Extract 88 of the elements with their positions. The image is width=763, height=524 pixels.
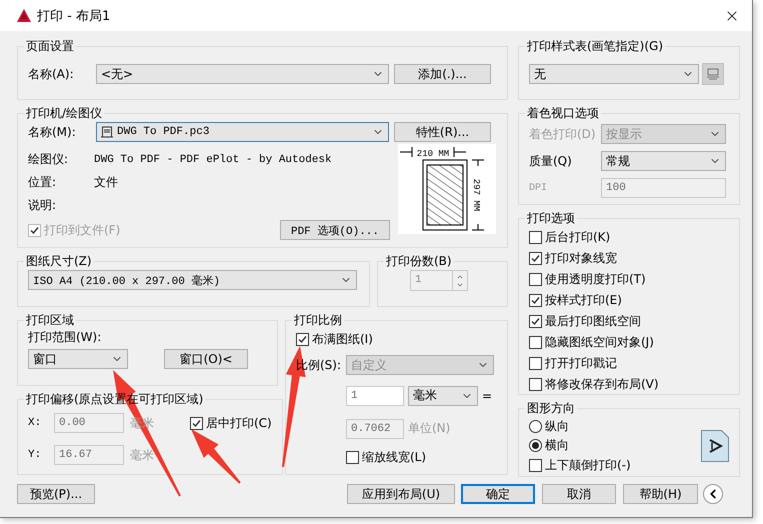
dialog-button[interactable]: 应用到布局(U) <box>347 484 455 504</box>
landscape-page-icon <box>701 430 729 462</box>
radio-button[interactable] <box>529 439 542 452</box>
paper-preview-drawing: 210 MM 297 MM <box>398 144 496 234</box>
radio-button[interactable] <box>529 420 542 433</box>
dropdown[interactable]: 窗口 <box>28 349 128 369</box>
dropdown[interactable]: 毫米 <box>408 386 478 406</box>
edit-style-button[interactable] <box>702 63 724 85</box>
checkbox-label: 缩放线宽(L) <box>362 448 426 466</box>
checkbox-label: 打印对象线宽 <box>545 250 617 266</box>
group-title: 图纸尺寸(Z) <box>25 253 93 270</box>
group-title: 打印份数(B) <box>385 253 453 270</box>
field-label: 名称(M): <box>28 124 77 140</box>
checkbox-label: 将修改保存到布局(V) <box>545 376 659 392</box>
checkmark-icon <box>298 334 307 344</box>
checkbox[interactable] <box>529 314 542 328</box>
info-value: DWG To PDF - PDF ePlot - by Autodesk <box>94 154 332 166</box>
checkbox[interactable] <box>529 294 542 306</box>
checkmark-icon <box>192 418 201 428</box>
group-title: 打印选项 <box>526 210 576 227</box>
checkbox[interactable] <box>296 332 309 346</box>
dialog-button[interactable]: 取消 <box>542 484 616 504</box>
field-label: 名称(A): <box>28 66 75 82</box>
radio-label: 纵向 <box>545 418 569 435</box>
checkbox-label: 布满图纸(I) <box>312 330 373 348</box>
info-label: 位置: <box>28 174 58 191</box>
dropdown[interactable]: <无> <box>96 64 389 84</box>
dropdown[interactable]: ISO A4 (210.00 x 297.00 毫米) <box>28 270 357 290</box>
window-title: 打印 - 布局1 <box>37 8 112 24</box>
window-button[interactable]: 窗口(O)< <box>164 349 248 369</box>
checkbox-label: 上下颠倒打印(-) <box>545 456 631 474</box>
checkbox[interactable] <box>529 272 542 286</box>
group-title: 打印比例 <box>293 312 343 329</box>
unit-label: 毫米 <box>130 446 155 464</box>
info-label: 说明: <box>28 197 58 214</box>
checkbox[interactable] <box>529 378 542 390</box>
checkbox-label: 使用透明度打印(T) <box>545 270 646 288</box>
offset-field[interactable]: 16.67 <box>54 445 124 465</box>
group-title: 打印区域 <box>25 312 75 329</box>
checkbox-label: 后台打印(K) <box>545 228 610 246</box>
checkbox[interactable] <box>190 416 203 430</box>
checkbox-label: 打开打印戳记 <box>545 354 617 372</box>
app-logo-icon <box>17 9 31 22</box>
checkbox-label: 最后打印图纸空间 <box>545 312 641 330</box>
checkbox[interactable] <box>529 356 542 370</box>
equals-sign: = <box>482 388 492 402</box>
scale-field[interactable]: 1 <box>346 386 404 406</box>
checkbox-label: 隐藏图纸空间对象(J) <box>545 334 654 350</box>
checkmark-icon <box>531 254 540 262</box>
checkbox[interactable] <box>529 252 542 264</box>
checkmark-icon <box>531 296 540 304</box>
add-button[interactable]: 添加(.)... <box>394 64 491 84</box>
collapse-button[interactable] <box>703 484 723 504</box>
dropdown[interactable]: 常规 <box>601 151 726 171</box>
dropdown[interactable]: DWG To PDF.pc3 <box>96 122 389 142</box>
field-label: X: <box>28 417 42 429</box>
checkmark-icon <box>30 226 39 234</box>
dropdown[interactable]: 无 <box>529 64 699 84</box>
field-label: DPI <box>529 182 548 194</box>
checkmark-icon <box>531 316 540 326</box>
info-label: 绘图仪: <box>28 151 70 168</box>
group-title: 打印样式表(画笔指定)(G) <box>526 38 664 55</box>
checkbox[interactable] <box>346 450 359 464</box>
checkbox-label: 按样式打印(E) <box>545 292 622 308</box>
group-title: 打印机/绘图仪 <box>25 105 104 122</box>
dialog-button[interactable]: 预览(P)... <box>17 484 95 504</box>
checkbox-label: 居中打印(C) <box>206 414 272 432</box>
field-label: Y: <box>28 449 42 461</box>
info-value: 文件 <box>94 174 118 191</box>
offset-field[interactable]: 0.00 <box>54 413 124 433</box>
checkbox[interactable] <box>529 230 542 244</box>
pdf-options-button[interactable]: PDF 选项(O)... <box>280 220 390 240</box>
checkbox[interactable] <box>529 458 542 472</box>
properties-button[interactable]: 特性(R)... <box>394 122 491 142</box>
group-title: 图形方向 <box>526 400 576 417</box>
checkbox[interactable] <box>529 336 542 348</box>
group-title: 页面设置 <box>25 38 75 55</box>
radio-label: 横向 <box>545 437 569 454</box>
dialog-button[interactable]: 帮助(H) <box>623 484 698 504</box>
checkbox-label: 打印到文件(F) <box>44 222 120 238</box>
annotation-arrow <box>191 429 241 484</box>
scale-field[interactable]: 0.7062 <box>346 418 404 438</box>
field-label: 质量(Q) <box>529 152 573 170</box>
dialog-button[interactable]: 确定 <box>461 484 535 504</box>
group-title: 着色视口选项 <box>526 105 600 122</box>
field-label: 打印范围(W): <box>28 329 102 346</box>
unit-label: 单位(N) <box>408 420 450 437</box>
field-label: 着色打印(D) <box>529 126 597 142</box>
